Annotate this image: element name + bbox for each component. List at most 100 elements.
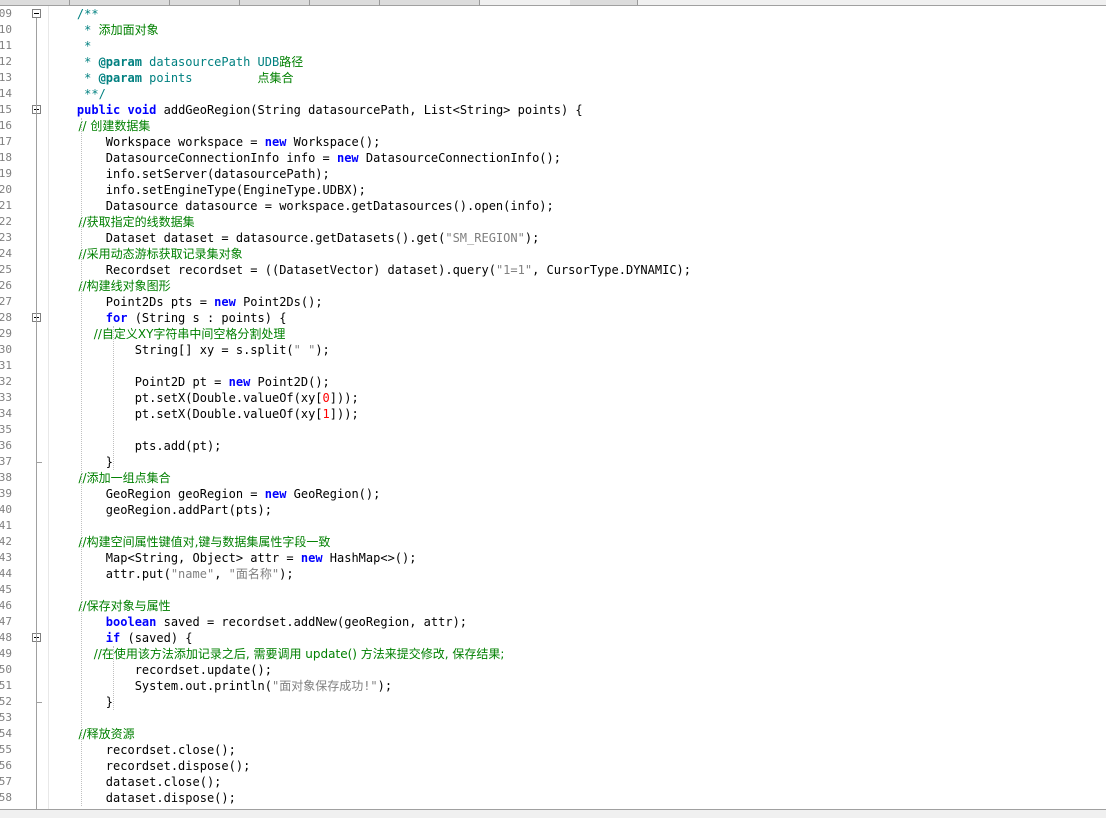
line-number: 33: [0, 391, 12, 404]
code-line[interactable]: 23 Dataset dataset = datasource.getDatas…: [0, 230, 1106, 246]
code-line[interactable]: 26 //构建线对象图形: [0, 278, 1106, 294]
code-line[interactable]: 14 **/: [0, 86, 1106, 102]
code-line[interactable]: 24 //采用动态游标获取记录集对象: [0, 246, 1106, 262]
code-line[interactable]: 56 recordset.dispose();: [0, 758, 1106, 774]
code-line[interactable]: 45: [0, 582, 1106, 598]
editor-tab[interactable]: [380, 0, 480, 5]
code-line[interactable]: 27 Point2Ds pts = new Point2Ds();: [0, 294, 1106, 310]
code-line[interactable]: 55 recordset.close();: [0, 742, 1106, 758]
fold-collapse-icon[interactable]: [32, 9, 41, 18]
code-line[interactable]: 39 GeoRegion geoRegion = new GeoRegion()…: [0, 486, 1106, 502]
code-line[interactable]: 47 boolean saved = recordset.addNew(geoR…: [0, 614, 1106, 630]
code-line[interactable]: 48 if (saved) {: [0, 630, 1106, 646]
code-line[interactable]: 20 info.setEngineType(EngineType.UDBX);: [0, 182, 1106, 198]
code-line[interactable]: 19 info.setServer(datasourcePath);: [0, 166, 1106, 182]
code-text: //获取指定的线数据集: [48, 214, 195, 230]
code-line[interactable]: 37 }: [0, 454, 1106, 470]
token: 自定义XY字符串中间空格分割处理: [101, 327, 286, 341]
editor-tab[interactable]: [170, 0, 240, 5]
code-text: // 创建数据集: [48, 118, 151, 134]
code-line[interactable]: 25 Recordset recordset = ((DatasetVector…: [0, 262, 1106, 278]
token: String[] xy = s.split(: [48, 343, 294, 357]
code-line[interactable]: 33 pt.setX(Double.valueOf(xy[0]));: [0, 390, 1106, 406]
code-text: //构建空间属性键值对,键与数据集属性字段一致: [48, 534, 331, 550]
code-line[interactable]: 35: [0, 422, 1106, 438]
code-line[interactable]: 10 * 添加面对象: [0, 22, 1106, 38]
token: new: [264, 135, 287, 149]
code-line[interactable]: 43 Map<String, Object> attr = new HashMa…: [0, 550, 1106, 566]
token: "name": [170, 567, 215, 581]
line-number: 54: [0, 727, 12, 740]
code-line[interactable]: 38 //添加一组点集合: [0, 470, 1106, 486]
token: 保存对象与属性: [86, 599, 171, 613]
line-number: 56: [0, 759, 12, 772]
token: Point2Ds pts =: [48, 295, 215, 309]
line-number: 44: [0, 567, 12, 580]
code-line[interactable]: 34 pt.setX(Double.valueOf(xy[1]));: [0, 406, 1106, 422]
editor-tab[interactable]: [310, 0, 380, 5]
token: Point2Ds();: [235, 295, 323, 309]
editor-tab[interactable]: [0, 0, 70, 5]
code-line[interactable]: 11 *: [0, 38, 1106, 54]
code-line[interactable]: 22 //获取指定的线数据集: [0, 214, 1106, 230]
token: HashMap<>();: [322, 551, 417, 565]
code-line[interactable]: 21 Datasource datasource = workspace.get…: [0, 198, 1106, 214]
token: //: [48, 119, 91, 133]
line-number: 45: [0, 583, 12, 596]
code-line[interactable]: 09 /**: [0, 6, 1106, 22]
code-line[interactable]: 36 pts.add(pt);: [0, 438, 1106, 454]
code-line[interactable]: 54 //释放资源: [0, 726, 1106, 742]
code-line[interactable]: 57 dataset.close();: [0, 774, 1106, 790]
code-area[interactable]: 09 /** 10 * 添加面对象 11 * 12 * @param datasour…: [0, 6, 1106, 809]
token: datasourcePath UDB: [141, 55, 280, 69]
token: @param: [98, 55, 142, 69]
code-line[interactable]: 53: [0, 710, 1106, 726]
token: , CursorType.DYNAMIC);: [532, 263, 692, 277]
code-line[interactable]: 42 //构建空间属性键值对,键与数据集属性字段一致: [0, 534, 1106, 550]
line-number: 23: [0, 231, 12, 244]
editor-tab[interactable]: [70, 0, 170, 5]
code-line[interactable]: 28 for (String s : points) {: [0, 310, 1106, 326]
code-text: //构建线对象图形: [48, 278, 171, 294]
editor-tab[interactable]: [240, 0, 310, 5]
code-line[interactable]: 12 * @param datasourcePath UDB路径: [0, 54, 1106, 70]
editor-tab[interactable]: [570, 0, 638, 5]
token: info.setEngineType(EngineType.UDBX);: [48, 183, 366, 197]
code-line[interactable]: 16 // 创建数据集: [0, 118, 1106, 134]
token: Point2D();: [250, 375, 330, 389]
code-line[interactable]: 40 geoRegion.addPart(pts);: [0, 502, 1106, 518]
line-number: 20: [0, 183, 12, 196]
line-number: 58: [0, 791, 12, 804]
code-line[interactable]: 51 System.out.println("面对象保存成功!");: [0, 678, 1106, 694]
code-line[interactable]: 31: [0, 358, 1106, 374]
code-line[interactable]: 32 Point2D pt = new Point2D();: [0, 374, 1106, 390]
code-text: recordset.dispose();: [48, 758, 251, 774]
code-line[interactable]: 49 //在使用该方法添加记录之后, 需要调用 update() 方法来提交修改…: [0, 646, 1106, 662]
code-text: /**: [48, 6, 99, 22]
code-line[interactable]: 17 Workspace workspace = new Workspace()…: [0, 134, 1106, 150]
code-line[interactable]: 52 }: [0, 694, 1106, 710]
code-line[interactable]: 41: [0, 518, 1106, 534]
token: (String s : points) {: [127, 311, 287, 325]
code-line[interactable]: 13 * @param points 点集合: [0, 70, 1106, 86]
code-editor[interactable]: 09 /** 10 * 添加面对象 11 * 12 * @param datasour…: [0, 6, 1106, 809]
token: new: [228, 375, 251, 389]
code-line[interactable]: 58 dataset.dispose();: [0, 790, 1106, 806]
token: 路径: [279, 55, 304, 69]
token: pt.setX(Double.valueOf(xy[: [48, 407, 323, 421]
code-line[interactable]: 15 public void addGeoRegion(String datas…: [0, 102, 1106, 118]
token: public void: [76, 103, 157, 117]
token: 添加一组点集合: [86, 471, 171, 485]
code-text: //释放资源: [48, 726, 135, 742]
indent-guide: [81, 118, 83, 806]
code-line[interactable]: 50 recordset.update();: [0, 662, 1106, 678]
code-line[interactable]: 29 //自定义XY字符串中间空格分割处理: [0, 326, 1106, 342]
line-number: 27: [0, 295, 12, 308]
code-line[interactable]: 46 //保存对象与属性: [0, 598, 1106, 614]
code-line[interactable]: 30 String[] xy = s.split(" ");: [0, 342, 1106, 358]
code-text: Datasource datasource = workspace.getDat…: [48, 198, 554, 214]
line-number: 32: [0, 375, 12, 388]
code-line[interactable]: 18 DatasourceConnectionInfo info = new D…: [0, 150, 1106, 166]
code-line[interactable]: 44 attr.put("name", "面名称");: [0, 566, 1106, 582]
